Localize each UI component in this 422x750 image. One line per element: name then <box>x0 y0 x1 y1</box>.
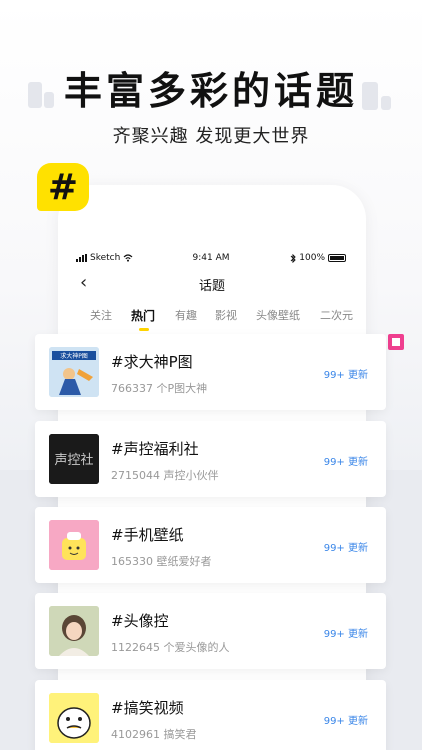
topic-title: #声控福利社 <box>111 440 199 458</box>
topic-subtitle: 4102961 搞笑君 <box>111 728 197 741</box>
topic-subtitle: 2715044 声控小伙伴 <box>111 469 219 482</box>
update-badge: 99+ 更新 <box>323 457 368 468</box>
topic-subtitle: 165330 壁纸爱好者 <box>111 555 212 568</box>
update-badge: 99+ 更新 <box>323 370 368 381</box>
topic-title: #头像控 <box>111 612 169 630</box>
topic-thumbnail <box>49 520 99 570</box>
hashtag-icon: # <box>37 163 89 211</box>
topic-card[interactable]: #搞笑视频 4102961 搞笑君 99+ 更新 <box>35 680 386 750</box>
tab-follow[interactable]: 关注 <box>90 307 112 323</box>
topic-subtitle: 766337 个P图大神 <box>111 382 208 395</box>
update-badge: 99+ 更新 <box>323 629 368 640</box>
battery-icon <box>328 254 346 262</box>
status-bar: Sketch 9:41 AM 100% <box>76 253 346 267</box>
tab-active-indicator <box>139 328 149 331</box>
topic-card[interactable]: 求大神P图 #求大神P图 766337 个P图大神 99+ 更新 <box>35 334 386 410</box>
bluetooth-icon <box>290 253 296 263</box>
page-subline: 齐聚兴趣 发现更大世界 <box>112 126 310 147</box>
page-headline: 丰富多彩的话题 <box>63 69 358 113</box>
topic-card[interactable]: #手机壁纸 165330 壁纸爱好者 99+ 更新 <box>35 507 386 583</box>
topic-thumbnail: 声控社 <box>49 434 99 484</box>
topic-title: #求大神P图 <box>111 353 193 371</box>
topic-thumbnail <box>49 693 99 743</box>
topic-title: #手机壁纸 <box>111 526 184 544</box>
nav-title: 话题 <box>198 279 225 294</box>
tab-fun[interactable]: 有趣 <box>175 307 197 323</box>
topic-card[interactable]: 声控社 #声控福利社 2715044 声控小伙伴 99+ 更新 <box>35 421 386 497</box>
update-badge: 99+ 更新 <box>323 716 368 727</box>
topic-subtitle: 1122645 个爱头像的人 <box>111 641 230 654</box>
marker-icon <box>388 334 404 350</box>
topic-title: #搞笑视频 <box>111 699 184 717</box>
topic-thumbnail <box>49 606 99 656</box>
tab-hot[interactable]: 热门 <box>131 307 155 324</box>
thumb-label: 求大神P图 <box>60 352 88 360</box>
tab-bar: 关注 热门 有趣 影视 头像壁纸 二次元 <box>58 307 366 333</box>
status-right: 100% <box>290 253 346 263</box>
topic-thumbnail: 求大神P图 <box>49 347 99 397</box>
tab-bar-clip: 关注 热门 有趣 影视 头像壁纸 二次元 <box>58 307 354 333</box>
topic-card[interactable]: #头像控 1122645 个爱头像的人 99+ 更新 <box>35 593 386 669</box>
tab-movies[interactable]: 影视 <box>215 307 237 323</box>
tab-avatar-wallpaper[interactable]: 头像壁纸 <box>256 307 300 323</box>
battery-percent: 100% <box>299 253 325 263</box>
update-badge: 99+ 更新 <box>323 543 368 554</box>
thumb-label: 声控社 <box>54 452 93 468</box>
tab-anime[interactable]: 二次元 <box>320 307 353 323</box>
